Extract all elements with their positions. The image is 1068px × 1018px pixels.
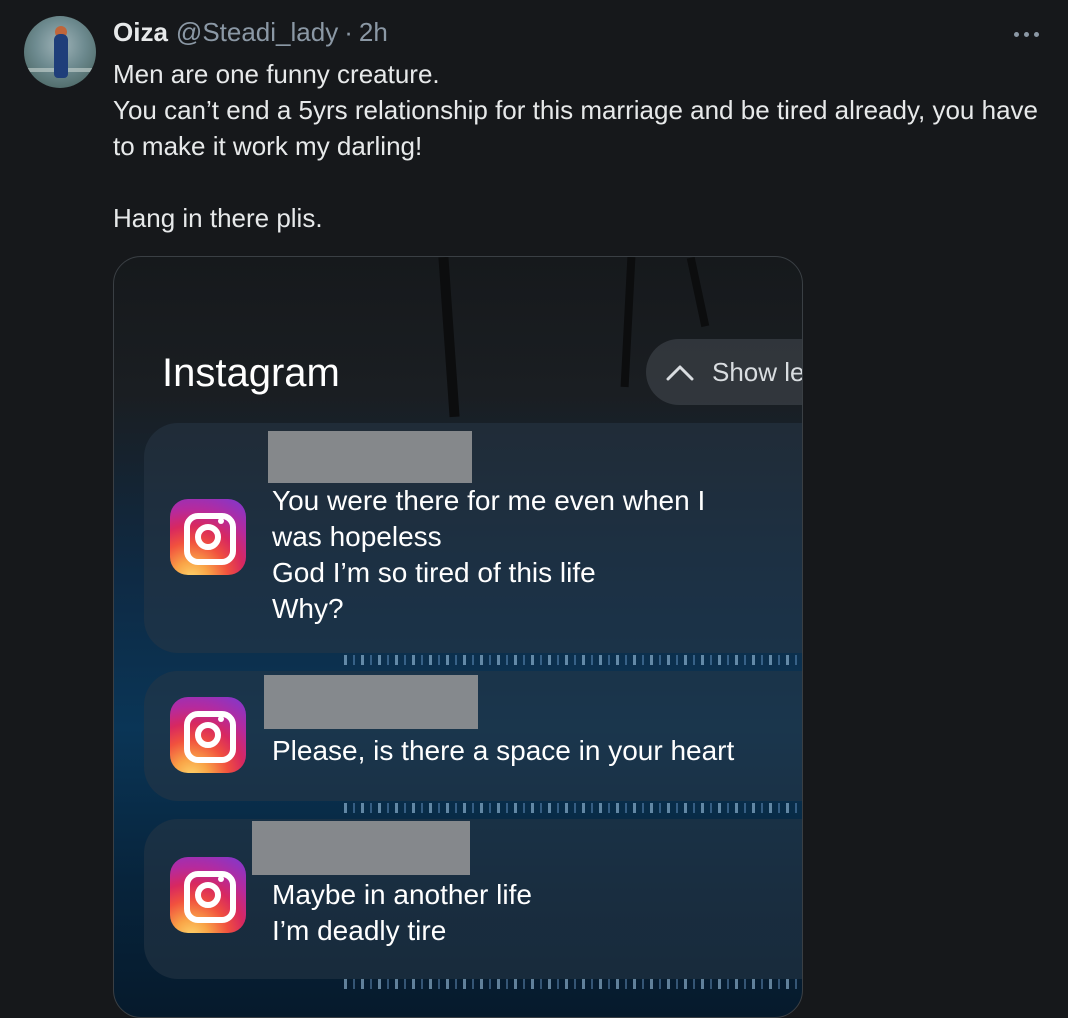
water-sparkle — [344, 655, 802, 665]
tweet-text: Men are one funny creature. You can’t en… — [113, 56, 1043, 236]
notification-app-title: Instagram — [162, 351, 340, 395]
redacted-sender — [252, 821, 470, 875]
notification-card[interactable]: Maybe in another life I’m deadly tire — [144, 819, 802, 979]
tweet-line: You can’t end a 5yrs relationship for th… — [113, 95, 1038, 161]
more-icon[interactable] — [1008, 20, 1044, 48]
tweet-media-image[interactable]: Instagram Show le You were there for me … — [113, 256, 803, 1018]
redacted-sender — [264, 675, 478, 729]
message-line: Please, is there a space in your heart — [272, 735, 735, 766]
timestamp[interactable]: 2h — [359, 17, 388, 48]
chevron-up-icon — [666, 365, 694, 381]
show-less-button[interactable]: Show le — [646, 339, 803, 405]
notification-message: Maybe in another life I’m deadly tire — [272, 877, 532, 949]
water-sparkle — [344, 803, 802, 813]
notification-message: You were there for me even when I was ho… — [272, 483, 705, 627]
background-palm — [438, 257, 460, 418]
water-sparkle — [344, 979, 802, 989]
avatar[interactable] — [24, 16, 96, 88]
redacted-sender — [268, 431, 472, 483]
tweet-line: Hang in there plis. — [113, 203, 323, 233]
background-palm — [620, 257, 636, 388]
background-palm — [686, 257, 710, 328]
tweet-header: Oiza @Steadi_lady · 2h — [113, 14, 388, 50]
author-name[interactable]: Oiza — [113, 17, 168, 48]
message-line: God I’m so tired of this life — [272, 557, 596, 588]
instagram-icon — [170, 857, 246, 933]
notification-card[interactable]: You were there for me even when I was ho… — [144, 423, 802, 653]
instagram-icon — [170, 499, 246, 575]
show-less-label: Show le — [712, 356, 803, 387]
message-line: You were there for me even when I — [272, 485, 706, 516]
instagram-icon — [170, 697, 246, 773]
message-line: I’m deadly tire — [272, 915, 447, 946]
notification-message: Please, is there a space in your heart — [272, 733, 734, 769]
message-line: Why? — [272, 593, 344, 624]
tweet-line: Men are one funny creature. — [113, 59, 440, 89]
tweet-line-blank — [113, 164, 1043, 200]
notification-card[interactable]: Please, is there a space in your heart — [144, 671, 802, 801]
avatar-figure — [54, 34, 68, 78]
separator: · — [344, 16, 353, 47]
message-line: was hopeless — [272, 521, 442, 552]
message-line: Maybe in another life — [272, 879, 532, 910]
author-handle[interactable]: @Steadi_lady — [176, 17, 338, 48]
